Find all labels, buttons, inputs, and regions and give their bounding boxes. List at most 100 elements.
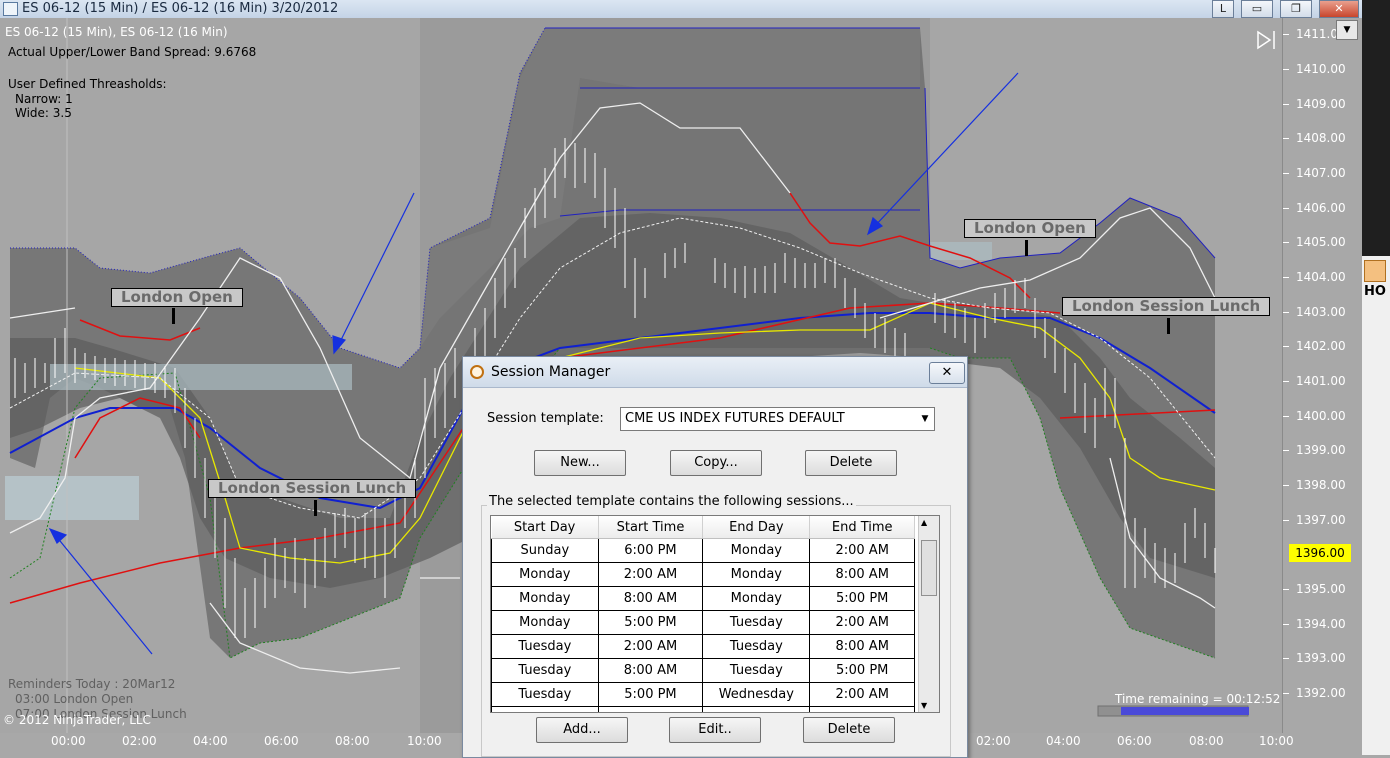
table-row[interactable]: Monday 2:00 AM Monday 8:00 AM bbox=[491, 562, 915, 587]
table-cell: Monday bbox=[702, 562, 811, 587]
table-cell: 2:00 AM bbox=[597, 706, 704, 712]
threshold-narrow: Narrow: 1 bbox=[15, 92, 73, 106]
table-cell: 6:00 PM bbox=[597, 538, 704, 563]
price-tick-label: 1408.00 bbox=[1283, 131, 1346, 145]
sessions-table[interactable]: Start Day Start Time End Day End Time Sunda… bbox=[490, 515, 940, 713]
time-remaining-fill bbox=[1121, 707, 1249, 715]
price-tick-label: 1400.00 bbox=[1283, 409, 1346, 423]
table-row[interactable]: Wednesday2:00 AMWednesday8:00 AM bbox=[491, 706, 915, 712]
close-button[interactable]: ✕ bbox=[1319, 0, 1359, 18]
dialog-title: Session Manager bbox=[491, 364, 611, 380]
london-open-label: London Open bbox=[111, 288, 243, 307]
edit-session-button[interactable]: Edit.. bbox=[669, 717, 761, 743]
table-cell: Monday bbox=[491, 562, 599, 587]
table-cell: 8:00 AM bbox=[597, 658, 704, 683]
chart-app-icon bbox=[3, 2, 18, 16]
table-row[interactable]: Tuesday 2:00 AM Tuesday 8:00 AM bbox=[491, 634, 915, 659]
table-row[interactable]: Sunday 6:00 PM Monday 2:00 AM bbox=[491, 538, 915, 563]
chevron-down-icon: ▼ bbox=[921, 414, 929, 424]
threshold-wide: Wide: 3.5 bbox=[15, 106, 72, 120]
price-tick-label: 1406.00 bbox=[1283, 201, 1346, 215]
time-tick-label: 08:00 bbox=[335, 734, 370, 748]
grid-icon[interactable] bbox=[1364, 260, 1386, 282]
table-cell: 5:00 PM bbox=[809, 586, 915, 611]
chevron-down-icon[interactable]: ▼ bbox=[921, 701, 927, 710]
template-value: CME US INDEX FUTURES DEFAULT bbox=[625, 411, 845, 426]
table-cell: 5:00 PM bbox=[809, 658, 915, 683]
table-cell: Wednesday bbox=[702, 706, 811, 712]
add-session-button[interactable]: Add... bbox=[536, 717, 628, 743]
scroll-thumb[interactable] bbox=[921, 540, 937, 596]
clock-icon bbox=[470, 365, 484, 379]
link-button[interactable]: L bbox=[1212, 0, 1234, 18]
table-cell: Wednesday bbox=[491, 706, 599, 712]
table-row[interactable]: Tuesday 5:00 PM Wednesday 2:00 AM bbox=[491, 682, 915, 707]
price-tick-label: 1393.00 bbox=[1283, 651, 1346, 665]
maximize-button[interactable]: ❐ bbox=[1280, 0, 1312, 18]
copyright-text: © 2012 NinjaTrader, LLC bbox=[3, 713, 151, 727]
column-header[interactable]: End Day bbox=[702, 516, 811, 539]
new-template-button[interactable]: New... bbox=[534, 450, 626, 476]
table-cell: Tuesday bbox=[702, 610, 811, 635]
session-manager-dialog: Session Manager ✕ Session template: CME … bbox=[462, 356, 968, 758]
table-cell: Monday bbox=[491, 610, 599, 635]
reminders-title: Reminders Today : 20Mar12 bbox=[8, 677, 176, 691]
price-tick-label: 1403.00 bbox=[1283, 305, 1346, 319]
table-row[interactable]: Monday 5:00 PM Tuesday 2:00 AM bbox=[491, 610, 915, 635]
table-row[interactable]: Tuesday 8:00 AM Tuesday 5:00 PM bbox=[491, 658, 915, 683]
london-lunch-label: London Session Lunch bbox=[1062, 297, 1271, 316]
table-cell: Tuesday bbox=[491, 634, 599, 659]
session-template-select[interactable]: CME US INDEX FUTURES DEFAULT ▼ bbox=[620, 407, 935, 431]
table-cell: 2:00 AM bbox=[597, 562, 704, 587]
close-icon[interactable]: ✕ bbox=[929, 362, 965, 384]
time-tick-label: 02:00 bbox=[976, 734, 1011, 748]
price-tick-label: 1392.00 bbox=[1283, 686, 1346, 700]
table-cell: Monday bbox=[702, 586, 811, 611]
side-panel-label: HO bbox=[1364, 284, 1386, 299]
sessions-scrollbar[interactable]: ▲ ▼ bbox=[918, 516, 939, 712]
time-tick-label: 02:00 bbox=[122, 734, 157, 748]
table-cell: 2:00 AM bbox=[809, 538, 915, 563]
instrument-label: ES 06-12 (15 Min), ES 06-12 (16 Min) bbox=[5, 25, 228, 39]
table-cell: Monday bbox=[491, 586, 599, 611]
time-tick-label: 10:00 bbox=[407, 734, 442, 748]
table-cell: Tuesday bbox=[702, 658, 811, 683]
time-remaining-text: Time remaining = 00:12:52 bbox=[1115, 692, 1281, 706]
price-tick-label: 1404.00 bbox=[1283, 270, 1346, 284]
chevron-down-icon[interactable]: ▼ bbox=[1336, 20, 1358, 40]
dialog-titlebar[interactable]: Session Manager ✕ bbox=[463, 357, 967, 388]
column-header[interactable]: End Time bbox=[809, 516, 915, 539]
london-lunch-label: London Session Lunch bbox=[208, 479, 417, 498]
reminder-item: 03:00 London Open bbox=[15, 692, 134, 706]
time-tick-label: 04:00 bbox=[1046, 734, 1081, 748]
window-title: ES 06-12 (15 Min) / ES 06-12 (16 Min) 3/… bbox=[22, 1, 339, 16]
time-tick-label: 06:00 bbox=[1117, 734, 1152, 748]
table-row[interactable]: Monday 8:00 AM Monday 5:00 PM bbox=[491, 586, 915, 611]
copy-template-button[interactable]: Copy... bbox=[670, 450, 762, 476]
column-header[interactable]: Start Day bbox=[491, 516, 599, 539]
table-cell: 8:00 AM bbox=[809, 706, 915, 712]
time-tick-label: 08:00 bbox=[1189, 734, 1224, 748]
table-cell: 8:00 AM bbox=[597, 586, 704, 611]
price-tick-label: 1407.00 bbox=[1283, 166, 1346, 180]
time-tick-label: 10:00 bbox=[1259, 734, 1294, 748]
column-header[interactable]: Start Time bbox=[598, 516, 704, 539]
template-label: Session template: bbox=[487, 411, 604, 426]
price-tick-label: 1409.00 bbox=[1283, 97, 1346, 111]
price-tick-label: 1395.00 bbox=[1283, 582, 1346, 596]
table-cell: 2:00 AM bbox=[597, 634, 704, 659]
delete-template-button[interactable]: Delete bbox=[805, 450, 897, 476]
table-cell: 5:00 PM bbox=[597, 610, 704, 635]
price-tick-label: 1397.00 bbox=[1283, 513, 1346, 527]
window-titlebar: ES 06-12 (15 Min) / ES 06-12 (16 Min) 3/… bbox=[0, 0, 1362, 19]
price-tick-label: 1398.00 bbox=[1283, 478, 1346, 492]
table-cell: 2:00 AM bbox=[809, 610, 915, 635]
price-tick-label: 1402.00 bbox=[1283, 339, 1346, 353]
delete-session-button[interactable]: Delete bbox=[803, 717, 895, 743]
side-panel: HO bbox=[1362, 0, 1390, 755]
table-cell: 8:00 AM bbox=[809, 634, 915, 659]
chevron-up-icon[interactable]: ▲ bbox=[921, 518, 927, 527]
minimize-button[interactable]: ▭ bbox=[1241, 0, 1273, 18]
thresholds-title: User Defined Threasholds: bbox=[8, 77, 167, 91]
time-tick-label: 00:00 bbox=[51, 734, 86, 748]
